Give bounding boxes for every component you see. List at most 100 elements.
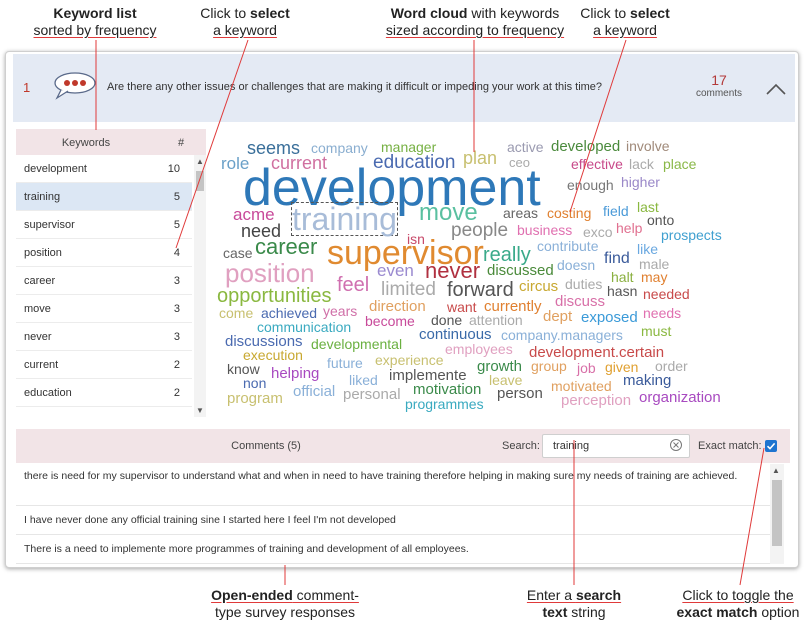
cloud-word-become[interactable]: become: [365, 314, 415, 328]
cloud-word-forward[interactable]: forward: [447, 280, 514, 300]
cloud-word-group[interactable]: group: [531, 359, 567, 373]
cloud-word-perception[interactable]: perception: [561, 393, 631, 408]
cloud-word-company-managers[interactable]: company.managers: [501, 328, 623, 342]
cloud-word-isn[interactable]: isn: [407, 232, 425, 246]
keyword-row[interactable]: education 2: [16, 379, 192, 407]
comment-scrollbar[interactable]: ▲: [770, 464, 784, 564]
cloud-word-organization[interactable]: organization: [639, 390, 721, 405]
cloud-word-developmental[interactable]: developmental: [311, 337, 402, 351]
scroll-up-icon[interactable]: ▲: [772, 466, 780, 475]
keyword-row[interactable]: position 4: [16, 239, 192, 267]
cloud-word-help[interactable]: help: [616, 221, 642, 235]
cloud-word-exposed[interactable]: exposed: [581, 310, 638, 325]
cloud-word-attention[interactable]: attention: [469, 313, 523, 327]
cloud-word-duties[interactable]: duties: [565, 277, 602, 291]
cloud-word-active[interactable]: active: [507, 140, 544, 154]
keyword-row-selected[interactable]: training 5: [16, 183, 192, 211]
exact-match-checkbox[interactable]: [765, 440, 777, 452]
cloud-word-contribute[interactable]: contribute: [537, 239, 598, 253]
cloud-word-place[interactable]: place: [663, 157, 696, 171]
cloud-word-program[interactable]: program: [227, 391, 283, 406]
cloud-word-developed[interactable]: developed: [551, 139, 620, 154]
scroll-thumb[interactable]: [196, 171, 204, 191]
cloud-word-onto[interactable]: onto: [647, 213, 674, 227]
cloud-word-direction[interactable]: direction: [369, 299, 426, 314]
cloud-word-job[interactable]: job: [577, 361, 596, 375]
cloud-word-circus[interactable]: circus: [519, 279, 558, 294]
keyword-row[interactable]: move 3: [16, 295, 192, 323]
cloud-word-costing[interactable]: costing: [547, 206, 591, 220]
keyword-row[interactable]: never 3: [16, 323, 192, 351]
scroll-down-icon[interactable]: ▼: [196, 406, 204, 415]
chevron-up-icon[interactable]: [765, 82, 787, 96]
clear-search-icon[interactable]: [669, 438, 683, 452]
keyword-row[interactable]: development 10: [16, 155, 192, 183]
cloud-word-training[interactable]: training: [291, 202, 398, 236]
cloud-word-higher[interactable]: higher: [621, 175, 660, 189]
cloud-word-come[interactable]: come: [219, 306, 253, 320]
cloud-word-communication[interactable]: communication: [257, 320, 351, 334]
cloud-word-programmes[interactable]: programmes: [405, 397, 484, 411]
cloud-word-feel[interactable]: feel: [337, 275, 369, 295]
cloud-word-effective[interactable]: effective: [571, 157, 623, 171]
comment-row[interactable]: I have never done any official training …: [16, 506, 780, 535]
cloud-word-years[interactable]: years: [323, 304, 357, 318]
cloud-word-making[interactable]: making: [623, 373, 671, 388]
callout-toggle: Click to toggle the exact match option: [668, 587, 808, 621]
cloud-word-motivated[interactable]: motivated: [551, 379, 612, 393]
cloud-word-personal[interactable]: personal: [343, 387, 401, 402]
cloud-word-know[interactable]: know: [227, 362, 260, 376]
cloud-word-helping[interactable]: helping: [271, 366, 319, 381]
scroll-thumb[interactable]: [772, 480, 782, 546]
cloud-word-done[interactable]: done: [431, 313, 462, 327]
cloud-word-official[interactable]: official: [293, 384, 335, 399]
cloud-word-dept[interactable]: dept: [543, 309, 572, 324]
cloud-word-motivation[interactable]: motivation: [413, 382, 481, 397]
scroll-up-icon[interactable]: ▲: [196, 157, 204, 166]
cloud-word-needs[interactable]: needs: [643, 306, 681, 320]
callout-click-select-right: Click to select a keyword: [560, 5, 690, 39]
question-header[interactable]: 1 Are there any other issues or challeng…: [13, 54, 795, 122]
cloud-word-limited[interactable]: limited: [381, 280, 436, 299]
cloud-word-experience[interactable]: experience: [375, 353, 444, 367]
cloud-word-achieved[interactable]: achieved: [261, 306, 317, 320]
comment-row[interactable]: There is a need to implemente more progr…: [16, 535, 780, 564]
cloud-word-future[interactable]: future: [327, 356, 363, 370]
cloud-word-like[interactable]: like: [637, 242, 658, 256]
cloud-word-enough[interactable]: enough: [567, 178, 614, 192]
search-input[interactable]: [551, 438, 667, 454]
cloud-word-non[interactable]: non: [243, 376, 266, 390]
keyword-row[interactable]: supervisor 5: [16, 211, 192, 239]
cloud-word-may[interactable]: may: [641, 270, 667, 284]
cloud-word-prospects[interactable]: prospects: [661, 228, 722, 242]
cloud-word-even[interactable]: even: [377, 262, 414, 279]
cloud-word-person[interactable]: person: [497, 386, 543, 401]
cloud-word-lack[interactable]: lack: [629, 157, 654, 171]
comment-row[interactable]: there is need for my supervisor to under…: [16, 464, 780, 506]
cloud-word-halt[interactable]: halt: [611, 270, 634, 284]
cloud-word-opportunities[interactable]: opportunities: [217, 286, 332, 306]
cloud-word-discuss[interactable]: discuss: [555, 294, 605, 309]
cloud-word-execution[interactable]: execution: [243, 348, 303, 362]
cloud-word-exco[interactable]: exco: [583, 225, 613, 239]
cloud-word-position[interactable]: position: [225, 260, 315, 286]
cloud-word-business[interactable]: business: [517, 223, 572, 237]
cloud-word-career[interactable]: career: [255, 236, 317, 258]
cloud-word-find[interactable]: find: [604, 251, 630, 267]
cloud-word-order[interactable]: order: [655, 359, 688, 373]
cloud-word-field[interactable]: field: [603, 204, 629, 218]
cloud-word-discussed[interactable]: discussed: [487, 263, 554, 278]
cloud-word-doesn[interactable]: doesn: [557, 258, 595, 272]
cloud-word-liked[interactable]: liked: [349, 373, 378, 387]
cloud-word-involve[interactable]: involve: [626, 139, 670, 153]
cloud-word-continuous[interactable]: continuous: [419, 327, 492, 342]
cloud-word-areas[interactable]: areas: [503, 206, 538, 220]
search-box[interactable]: [542, 434, 690, 458]
cloud-word-employees[interactable]: employees: [445, 342, 513, 356]
cloud-word-needed[interactable]: needed: [643, 287, 690, 301]
keyword-row[interactable]: career 3: [16, 267, 192, 295]
keyword-row[interactable]: current 2: [16, 351, 192, 379]
cloud-word-hasn[interactable]: hasn: [607, 284, 637, 298]
cloud-word-must[interactable]: must: [641, 324, 671, 338]
keyword-scrollbar[interactable]: ▲ ▼: [194, 155, 206, 417]
